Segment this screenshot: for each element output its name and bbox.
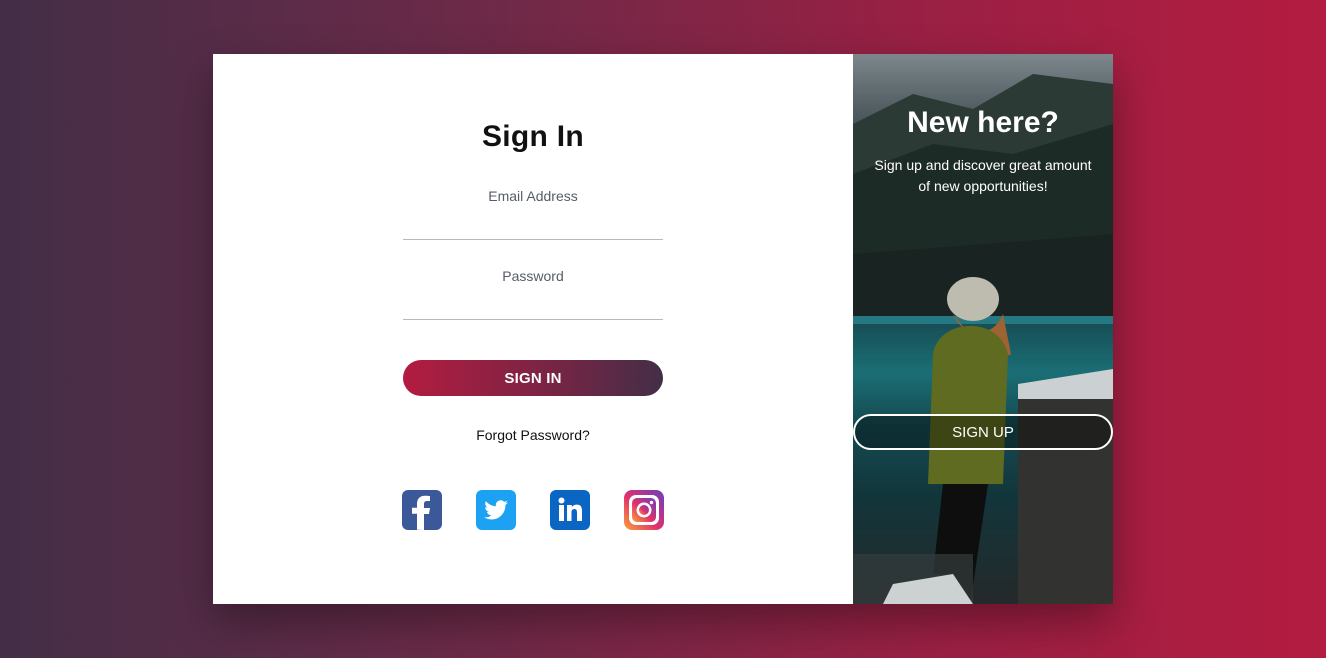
email-input[interactable] — [403, 214, 663, 240]
instagram-link[interactable] — [624, 490, 664, 530]
signin-panel: Sign In Email Address Password SIGN IN F… — [213, 54, 853, 604]
signup-title: New here? — [907, 106, 1059, 139]
signup-text: Sign up and discover great amount of new… — [874, 157, 1092, 194]
email-label: Email Address — [488, 188, 578, 204]
instagram-icon — [624, 490, 664, 530]
email-field-group: Email Address — [403, 188, 663, 240]
social-links — [402, 490, 664, 530]
signin-title: Sign In — [481, 120, 585, 153]
password-input[interactable] — [403, 294, 663, 320]
facebook-icon — [402, 490, 442, 530]
password-field-group: Password — [403, 268, 663, 320]
password-label: Password — [502, 268, 564, 284]
signup-panel: New here? Sign up and discover great amo… — [853, 54, 1113, 604]
signup-button[interactable]: SIGN UP — [853, 414, 1113, 450]
forgot-password-link[interactable]: Forgot Password? — [213, 427, 853, 443]
twitter-link[interactable] — [476, 490, 516, 530]
linkedin-link[interactable] — [550, 490, 590, 530]
facebook-link[interactable] — [402, 490, 442, 530]
twitter-icon — [476, 490, 516, 530]
signin-button[interactable]: SIGN IN — [403, 360, 663, 396]
auth-card: Sign In Email Address Password SIGN IN F… — [213, 54, 1113, 604]
linkedin-icon — [550, 490, 590, 530]
